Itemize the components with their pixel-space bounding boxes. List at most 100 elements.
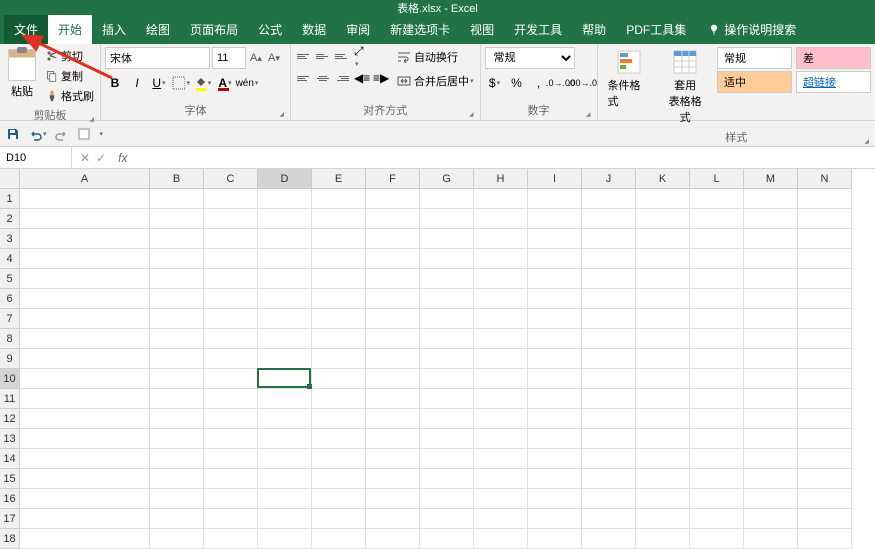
cell[interactable] — [366, 329, 420, 349]
cell-style-bad[interactable]: 差 — [796, 47, 871, 69]
copy-button[interactable]: 复制 — [44, 67, 96, 85]
cell[interactable] — [474, 409, 528, 429]
tab-review[interactable]: 审阅 — [336, 15, 380, 44]
cell[interactable] — [690, 389, 744, 409]
cell[interactable] — [20, 189, 150, 209]
cell[interactable] — [582, 409, 636, 429]
cell[interactable] — [420, 469, 474, 489]
cell[interactable] — [150, 349, 204, 369]
cell[interactable] — [582, 269, 636, 289]
cell[interactable] — [366, 229, 420, 249]
cell[interactable] — [150, 309, 204, 329]
qat-save-button[interactable] — [6, 127, 20, 141]
cell[interactable] — [582, 449, 636, 469]
cell[interactable] — [258, 209, 312, 229]
align-center-button[interactable] — [314, 69, 332, 87]
fx-icon[interactable]: fx — [114, 151, 131, 165]
cell[interactable] — [420, 529, 474, 549]
paste-button[interactable]: 粘贴 — [4, 47, 40, 101]
cell[interactable] — [528, 369, 582, 389]
cell[interactable] — [636, 509, 690, 529]
column-header[interactable]: C — [204, 169, 258, 189]
qat-undo-button[interactable]: ▾ — [28, 127, 47, 141]
cell[interactable] — [312, 409, 366, 429]
cell[interactable] — [528, 469, 582, 489]
cell[interactable] — [366, 489, 420, 509]
bold-button[interactable]: B — [105, 73, 125, 93]
cell[interactable] — [420, 349, 474, 369]
align-bottom-button[interactable] — [333, 47, 351, 65]
cell[interactable] — [528, 189, 582, 209]
cell[interactable] — [744, 229, 798, 249]
tab-home[interactable]: 开始 — [48, 15, 92, 44]
cell[interactable] — [474, 229, 528, 249]
cell[interactable] — [690, 509, 744, 529]
cell[interactable] — [420, 489, 474, 509]
cell[interactable] — [258, 449, 312, 469]
cell[interactable] — [474, 249, 528, 269]
cell[interactable] — [636, 209, 690, 229]
cell[interactable] — [204, 529, 258, 549]
cell[interactable] — [528, 269, 582, 289]
cell[interactable] — [636, 309, 690, 329]
cell[interactable] — [258, 489, 312, 509]
cell[interactable] — [312, 429, 366, 449]
cell[interactable] — [636, 489, 690, 509]
cell[interactable] — [204, 249, 258, 269]
cell[interactable] — [798, 209, 852, 229]
cell[interactable] — [150, 489, 204, 509]
cell[interactable] — [150, 529, 204, 549]
cell[interactable] — [474, 469, 528, 489]
cell[interactable] — [474, 529, 528, 549]
cell[interactable] — [420, 449, 474, 469]
formula-input[interactable] — [131, 147, 875, 168]
cell[interactable] — [582, 529, 636, 549]
column-header[interactable]: D — [258, 169, 312, 189]
tab-developer[interactable]: 开发工具 — [504, 15, 572, 44]
cell[interactable] — [150, 189, 204, 209]
cell[interactable] — [528, 389, 582, 409]
tab-draw[interactable]: 绘图 — [136, 15, 180, 44]
cell[interactable] — [528, 489, 582, 509]
cell[interactable] — [420, 389, 474, 409]
row-header[interactable]: 2 — [0, 209, 20, 229]
cell[interactable] — [258, 249, 312, 269]
cell[interactable] — [366, 509, 420, 529]
cell[interactable] — [150, 409, 204, 429]
cell[interactable] — [366, 189, 420, 209]
cell[interactable] — [636, 229, 690, 249]
cell[interactable] — [690, 309, 744, 329]
cell[interactable] — [366, 289, 420, 309]
cell[interactable] — [258, 509, 312, 529]
cell[interactable] — [204, 349, 258, 369]
cell[interactable] — [150, 429, 204, 449]
cell[interactable] — [258, 329, 312, 349]
cell[interactable] — [690, 409, 744, 429]
cell[interactable] — [798, 189, 852, 209]
cell[interactable] — [582, 489, 636, 509]
cell[interactable] — [258, 369, 312, 389]
cell[interactable] — [150, 229, 204, 249]
cell[interactable] — [20, 369, 150, 389]
formula-cancel-button[interactable]: ✕ — [80, 151, 90, 165]
cell[interactable] — [312, 209, 366, 229]
cell[interactable] — [798, 529, 852, 549]
cell[interactable] — [690, 289, 744, 309]
cell[interactable] — [420, 209, 474, 229]
align-left-button[interactable] — [295, 69, 313, 87]
tab-pdf-tools[interactable]: PDF工具集 — [616, 15, 696, 44]
column-header[interactable]: L — [690, 169, 744, 189]
cell[interactable] — [690, 469, 744, 489]
cell[interactable] — [20, 489, 150, 509]
cell[interactable] — [420, 289, 474, 309]
cell-style-normal[interactable]: 常规 — [717, 47, 792, 69]
cell[interactable] — [798, 489, 852, 509]
cell[interactable] — [744, 269, 798, 289]
cell[interactable] — [528, 449, 582, 469]
cell[interactable] — [744, 349, 798, 369]
cell[interactable] — [636, 189, 690, 209]
cell[interactable] — [690, 369, 744, 389]
cell[interactable] — [690, 529, 744, 549]
cell[interactable] — [258, 389, 312, 409]
cell[interactable] — [204, 269, 258, 289]
